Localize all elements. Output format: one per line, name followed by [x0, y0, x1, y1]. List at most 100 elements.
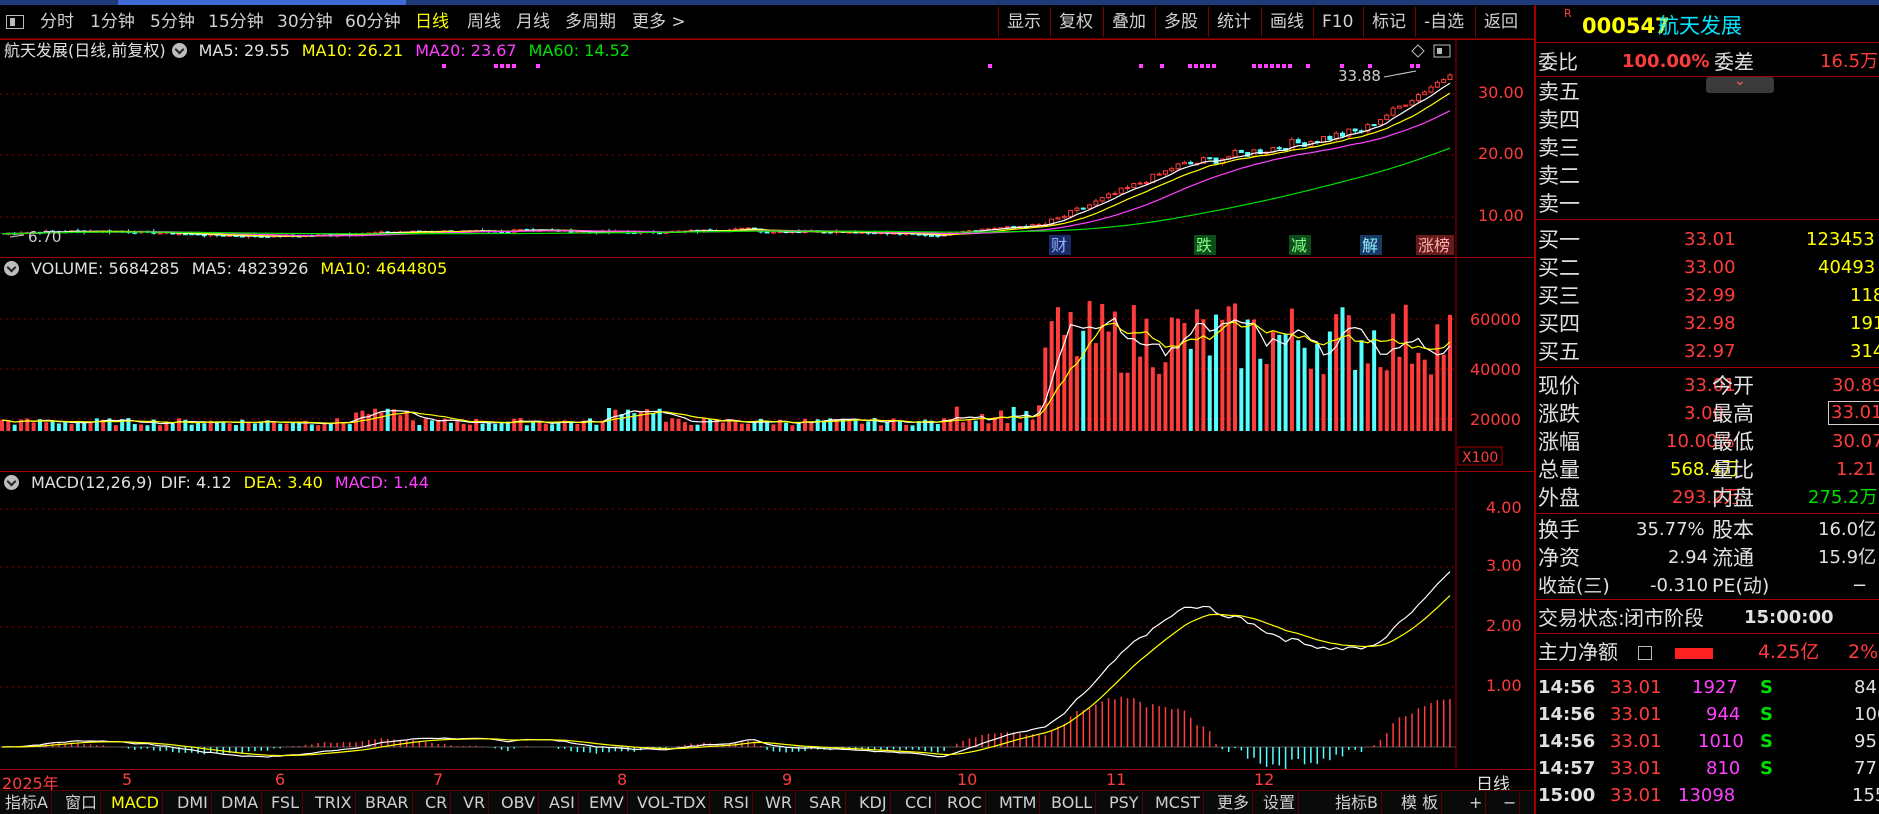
stat-value-2: 1.21: [1836, 459, 1877, 480]
stat-label-2: 量比: [1712, 458, 1754, 482]
legend-dif: DIF: 4.12: [160, 473, 232, 492]
draw-line-button[interactable]: 画线: [1261, 7, 1312, 37]
indicator-tab-window[interactable]: 窗口: [62, 791, 102, 814]
volume-bar: [1283, 334, 1288, 431]
indicator-tab-vol-tdx[interactable]: VOL-TDX: [634, 791, 711, 814]
indicator-tab-kdj[interactable]: KDJ: [856, 791, 891, 814]
indicator-tab-psy[interactable]: PSY: [1106, 791, 1143, 814]
mark-button[interactable]: 标记: [1363, 7, 1414, 37]
macd-legend-toggle-icon[interactable]: [4, 475, 19, 490]
indicator-tab-mtm[interactable]: MTM: [996, 791, 1041, 814]
volume-bar: [1055, 307, 1060, 431]
diamond-icon[interactable]: [1411, 44, 1425, 58]
tick-side: S: [1760, 731, 1773, 752]
indicator-tab-wr[interactable]: WR: [762, 791, 796, 814]
multi-stock-button[interactable]: 多股: [1155, 7, 1206, 37]
period-tab-5min[interactable]: 5分钟: [150, 5, 195, 39]
fund-value: -0.310: [1650, 575, 1709, 596]
candle-body: [1080, 207, 1086, 210]
adjust-button[interactable]: 复权: [1050, 7, 1101, 37]
fund-label: 换手: [1538, 518, 1580, 542]
indicator-tab-template[interactable]: 模 板: [1398, 791, 1443, 814]
period-tab-fenshi[interactable]: 分时: [40, 5, 74, 39]
indicator-tab-indicator-b[interactable]: 指标B: [1332, 791, 1382, 814]
indicator-tab-dma[interactable]: DMA: [218, 791, 263, 814]
window-toggle-icon[interactable]: [6, 15, 24, 29]
period-tab-weekly[interactable]: 周线: [467, 5, 501, 39]
period-tab-monthly[interactable]: 月线: [516, 5, 550, 39]
tick-price: 33.01: [1610, 758, 1662, 779]
collapse-button[interactable]: ⌄: [1706, 73, 1774, 93]
panel-maximize-icon-inner: [1437, 48, 1442, 54]
f10-button[interactable]: F10: [1313, 7, 1361, 37]
event-marker-cai[interactable]: 财: [1049, 235, 1071, 255]
tick-price: 33.01: [1610, 704, 1662, 725]
indicator-tab-roc[interactable]: ROC: [944, 791, 986, 814]
indicator-tab-trix[interactable]: TRIX: [312, 791, 356, 814]
indicator-tab-asi[interactable]: ASI: [546, 791, 579, 814]
period-tab-1min[interactable]: 1分钟: [90, 5, 135, 39]
volume-bar: [328, 423, 333, 431]
indicator-tab-emv[interactable]: EMV: [586, 791, 628, 814]
buy-level-label: 买二: [1538, 256, 1580, 280]
volume-bar: [322, 423, 327, 431]
volume-bar: [1138, 356, 1143, 431]
indicator-tab-plus[interactable]: +: [1466, 791, 1487, 814]
period-tab-daily[interactable]: 日线: [415, 5, 449, 39]
event-marker-jie[interactable]: 解: [1360, 235, 1382, 255]
indicator-tab-boll[interactable]: BOLL: [1048, 791, 1097, 814]
chart-area[interactable]: 30.00 20.00 10.00 60000 40000 20000 X100…: [0, 39, 1534, 769]
volume-bar: [512, 418, 517, 431]
indicator-tab-more[interactable]: 更多: [1214, 791, 1254, 814]
remove-watchlist-button[interactable]: -自选: [1415, 7, 1472, 37]
kline-chart-svg[interactable]: 30.00 20.00 10.00 60000 40000 20000 X100…: [0, 39, 1534, 769]
indicator-tab-mcst[interactable]: MCST: [1152, 791, 1204, 814]
indicator-tab-minus[interactable]: −: [1500, 791, 1521, 814]
indicator-tab-macd[interactable]: MACD: [108, 791, 163, 814]
indicator-tab-fsl[interactable]: FSL: [268, 791, 303, 814]
indicator-tab-obv[interactable]: OBV: [498, 791, 540, 814]
period-tab-30min[interactable]: 30分钟: [277, 5, 333, 39]
event-marker-jian[interactable]: 减: [1289, 235, 1311, 255]
display-button[interactable]: 显示: [998, 7, 1049, 37]
tick-price: 33.01: [1610, 731, 1662, 752]
price-candles: [5, 73, 1453, 239]
volume-axis-tick-40000: 40000: [1470, 360, 1521, 379]
indicator-tab-vr[interactable]: VR: [460, 791, 490, 814]
candle-body: [1074, 207, 1080, 211]
indicator-tab-cr[interactable]: CR: [422, 791, 452, 814]
event-marker-zhangbang[interactable]: 涨榜: [1416, 235, 1454, 255]
volume-legend-toggle-icon[interactable]: [4, 261, 19, 276]
stats-button[interactable]: 统计: [1208, 7, 1259, 37]
indicator-tab-sar[interactable]: SAR: [806, 791, 846, 814]
volume-bar: [1011, 406, 1016, 431]
candle-body: [1238, 149, 1244, 153]
indicator-tab-settings[interactable]: 设置: [1260, 791, 1300, 814]
indicator-tab-cci[interactable]: CCI: [902, 791, 937, 814]
period-tab-multi[interactable]: 多周期: [565, 5, 616, 39]
period-tab-15min[interactable]: 15分钟: [208, 5, 264, 39]
indicator-tab-dmi[interactable]: DMI: [174, 791, 212, 814]
period-tab-60min[interactable]: 60分钟: [345, 5, 401, 39]
volume-bar: [398, 415, 403, 431]
buy-level-volume: 314: [1850, 341, 1879, 362]
tick-time: 15:00: [1538, 785, 1596, 806]
event-marker-die[interactable]: 跌: [1194, 235, 1216, 255]
fund-label: 净资: [1538, 546, 1580, 570]
tick-side: S: [1760, 704, 1773, 725]
price-legend-toggle-icon[interactable]: [171, 43, 187, 58]
indicator-tab-rsi[interactable]: RSI: [720, 791, 753, 814]
overlay-button[interactable]: 叠加: [1103, 7, 1154, 37]
volume-bar: [347, 424, 352, 431]
main-flow-list-icon[interactable]: [1638, 646, 1652, 660]
indicator-tab-indicator-a[interactable]: 指标A: [2, 791, 52, 814]
period-tab-more[interactable]: 更多 >: [632, 5, 686, 39]
fund-value-2: 15.9亿: [1818, 547, 1877, 568]
indicator-tab-brar[interactable]: BRAR: [362, 791, 413, 814]
back-button[interactable]: 返回: [1475, 7, 1526, 37]
volume-bar: [1391, 313, 1396, 431]
trade-status-value: 闭市阶段: [1624, 606, 1704, 630]
volume-bar: [986, 423, 991, 431]
volume-bar: [822, 421, 827, 431]
volume-bar: [663, 421, 668, 431]
